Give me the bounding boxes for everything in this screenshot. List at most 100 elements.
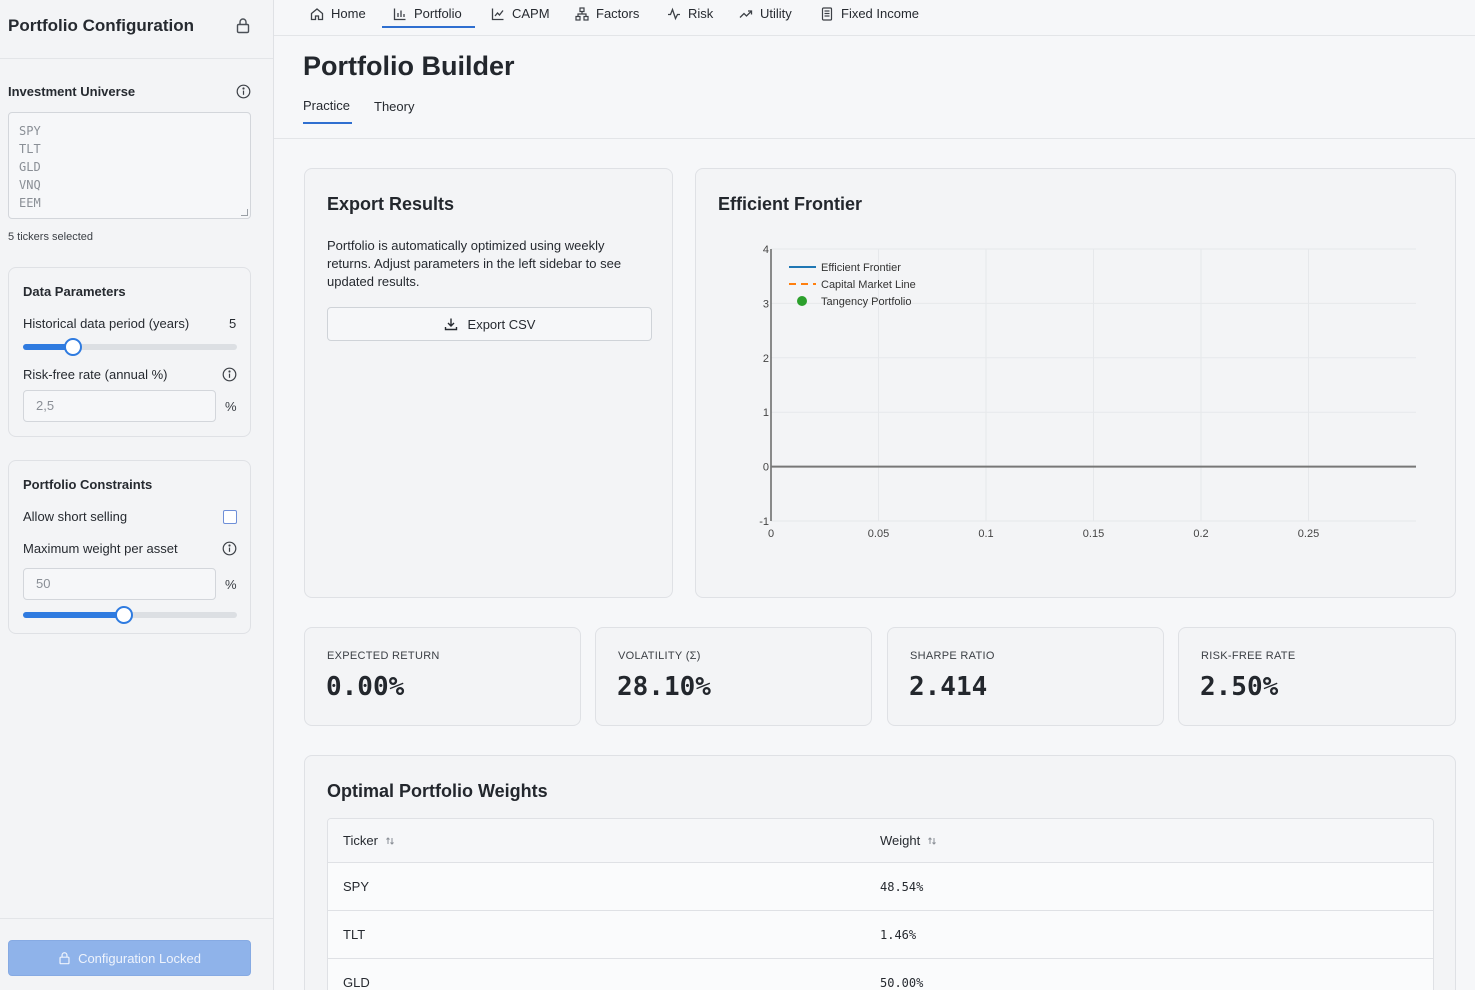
tickers-count: 5 tickers selected bbox=[8, 231, 93, 243]
sort-icon bbox=[928, 836, 937, 845]
activity-icon bbox=[668, 7, 680, 20]
export-description: Portfolio is automatically optimized usi… bbox=[327, 238, 622, 289]
max-weight-input[interactable]: 50 bbox=[23, 568, 216, 600]
period-label: Historical data period (years) bbox=[23, 316, 190, 331]
home-icon bbox=[310, 7, 324, 20]
column-header-weight[interactable]: Weight bbox=[880, 819, 937, 862]
x-tick-label: 0.1 bbox=[978, 528, 993, 540]
export-csv-button[interactable]: Export CSV bbox=[327, 307, 652, 341]
nav-utility[interactable]: Utility bbox=[739, 0, 792, 27]
y-tick-label: -1 bbox=[759, 516, 769, 528]
info-icon[interactable] bbox=[222, 541, 237, 556]
rf-input[interactable]: 2,5 bbox=[23, 390, 216, 422]
line-chart-icon bbox=[491, 8, 504, 20]
period-value: 5 bbox=[229, 316, 237, 331]
subtab-active-indicator bbox=[303, 122, 352, 124]
download-icon bbox=[444, 318, 457, 331]
nav-home[interactable]: Home bbox=[310, 0, 366, 27]
nav-portfolio[interactable]: Portfolio bbox=[393, 0, 462, 27]
tab-practice[interactable]: Practice bbox=[303, 98, 350, 113]
period-slider[interactable] bbox=[23, 338, 237, 356]
tickers-textarea[interactable]: SPY TLT GLD VNQ EEM bbox=[8, 112, 251, 219]
table-header: Ticker Weight bbox=[328, 819, 1433, 863]
configuration-locked-label: Configuration Locked bbox=[78, 950, 201, 966]
lock-icon[interactable] bbox=[235, 17, 251, 34]
period-slider-handle[interactable] bbox=[64, 338, 82, 356]
metric-card-sharpe-ratio: SHARPE RATIO 2.414 bbox=[887, 627, 1164, 726]
nav-factors[interactable]: Factors bbox=[575, 0, 639, 27]
metric-card-expected-return: EXPECTED RETURN 0.00% bbox=[304, 627, 581, 726]
short-selling-label: Allow short selling bbox=[23, 509, 128, 524]
legend-marker bbox=[797, 296, 807, 306]
data-parameters-card: Data Parameters Historical data period (… bbox=[8, 267, 251, 437]
column-header-label: Ticker bbox=[343, 833, 378, 848]
ticker-line: TLT bbox=[19, 142, 41, 156]
configuration-locked-button[interactable]: Configuration Locked bbox=[8, 940, 251, 976]
metric-value: 28.10% bbox=[617, 672, 711, 702]
metric-label: EXPECTED RETURN bbox=[327, 650, 440, 662]
nav-fixed-income[interactable]: Fixed Income bbox=[820, 0, 919, 27]
bar-chart-icon bbox=[393, 8, 406, 20]
x-tick-label: 0 bbox=[768, 528, 774, 540]
efficient-frontier-chart[interactable]: 0 0.05 0.1 0.15 0.2 0.25-101234 Efficient Fro… bbox=[706, 239, 1446, 559]
x-tick-label: 0.05 bbox=[868, 528, 889, 540]
nav-label: Portfolio bbox=[414, 6, 462, 21]
table-row[interactable]: TLT 1.46% bbox=[328, 911, 1433, 959]
page-title: Portfolio Builder bbox=[303, 51, 515, 81]
nav-label: Home bbox=[331, 6, 366, 21]
column-header-ticker[interactable]: Ticker bbox=[343, 819, 395, 862]
sort-icon bbox=[386, 836, 394, 845]
legend-label: Efficient Frontier bbox=[821, 262, 901, 274]
table-row[interactable]: GLD 50.00% bbox=[328, 959, 1433, 990]
legend-label: Tangency Portfolio bbox=[821, 296, 912, 308]
export-results-title: Export Results bbox=[327, 194, 455, 214]
metric-label: VOLATILITY (Σ) bbox=[618, 650, 701, 662]
metric-label: RISK-FREE RATE bbox=[1201, 650, 1296, 662]
constraints-title: Portfolio Constraints bbox=[23, 477, 153, 492]
nav-label: CAPM bbox=[512, 6, 550, 21]
x-tick-label: 0.25 bbox=[1298, 528, 1319, 540]
sidebar: Portfolio Configuration Investment Unive… bbox=[0, 0, 274, 990]
short-selling-checkbox[interactable] bbox=[223, 510, 237, 524]
info-icon[interactable] bbox=[222, 367, 237, 382]
max-weight-slider-handle[interactable] bbox=[115, 606, 133, 624]
network-icon bbox=[575, 6, 589, 21]
sidebar-divider bbox=[0, 58, 273, 59]
nav-risk[interactable]: Risk bbox=[667, 0, 713, 27]
ticker-line: GLD bbox=[19, 160, 41, 174]
y-tick-label: 2 bbox=[763, 353, 769, 365]
trend-up-icon bbox=[739, 9, 753, 18]
data-parameters-title: Data Parameters bbox=[23, 284, 126, 299]
ticker-cell: TLT bbox=[343, 927, 366, 942]
y-tick-label: 1 bbox=[763, 407, 769, 419]
metric-value: 0.00% bbox=[326, 672, 405, 702]
investment-universe-label: Investment Universe bbox=[8, 84, 136, 99]
nav-label: Factors bbox=[596, 6, 640, 21]
metric-card-volatility: VOLATILITY (Σ) 28.10% bbox=[595, 627, 872, 726]
table-row[interactable]: SPY 48.54% bbox=[328, 863, 1433, 911]
ticker-cell: SPY bbox=[343, 879, 370, 894]
header-divider bbox=[274, 138, 1475, 139]
optimal-weights-card: Optimal Portfolio Weights Ticker Weight … bbox=[304, 755, 1456, 990]
ticker-line: VNQ bbox=[19, 178, 41, 192]
ticker-line: EEM bbox=[19, 196, 41, 210]
tab-theory[interactable]: Theory bbox=[374, 99, 414, 114]
chart-legend: Efficient Frontier Capital Market Line Tan… bbox=[789, 262, 916, 308]
rf-unit: % bbox=[225, 399, 237, 414]
nav-capm[interactable]: CAPM bbox=[491, 0, 550, 27]
metric-card-risk-free-rate: RISK-FREE RATE 2.50% bbox=[1178, 627, 1456, 726]
info-icon[interactable] bbox=[236, 84, 251, 99]
max-weight-unit: % bbox=[225, 577, 237, 592]
max-weight-slider[interactable] bbox=[23, 606, 237, 624]
resize-handle[interactable] bbox=[241, 209, 248, 216]
weights-table: Ticker Weight SPY 48.54% TLT 1.46% GLD 5… bbox=[327, 818, 1434, 990]
sidebar-title: Portfolio Configuration bbox=[8, 16, 195, 35]
y-tick-label: 0 bbox=[763, 462, 769, 474]
x-tick-label: 0.15 bbox=[1083, 528, 1104, 540]
weight-cell: 1.46% bbox=[880, 927, 917, 942]
y-tick-label: 3 bbox=[763, 298, 769, 310]
ticker-cell: GLD bbox=[343, 975, 370, 990]
max-weight-label: Maximum weight per asset bbox=[23, 541, 178, 556]
weight-cell: 48.54% bbox=[880, 879, 924, 894]
optimal-weights-title: Optimal Portfolio Weights bbox=[327, 781, 548, 801]
